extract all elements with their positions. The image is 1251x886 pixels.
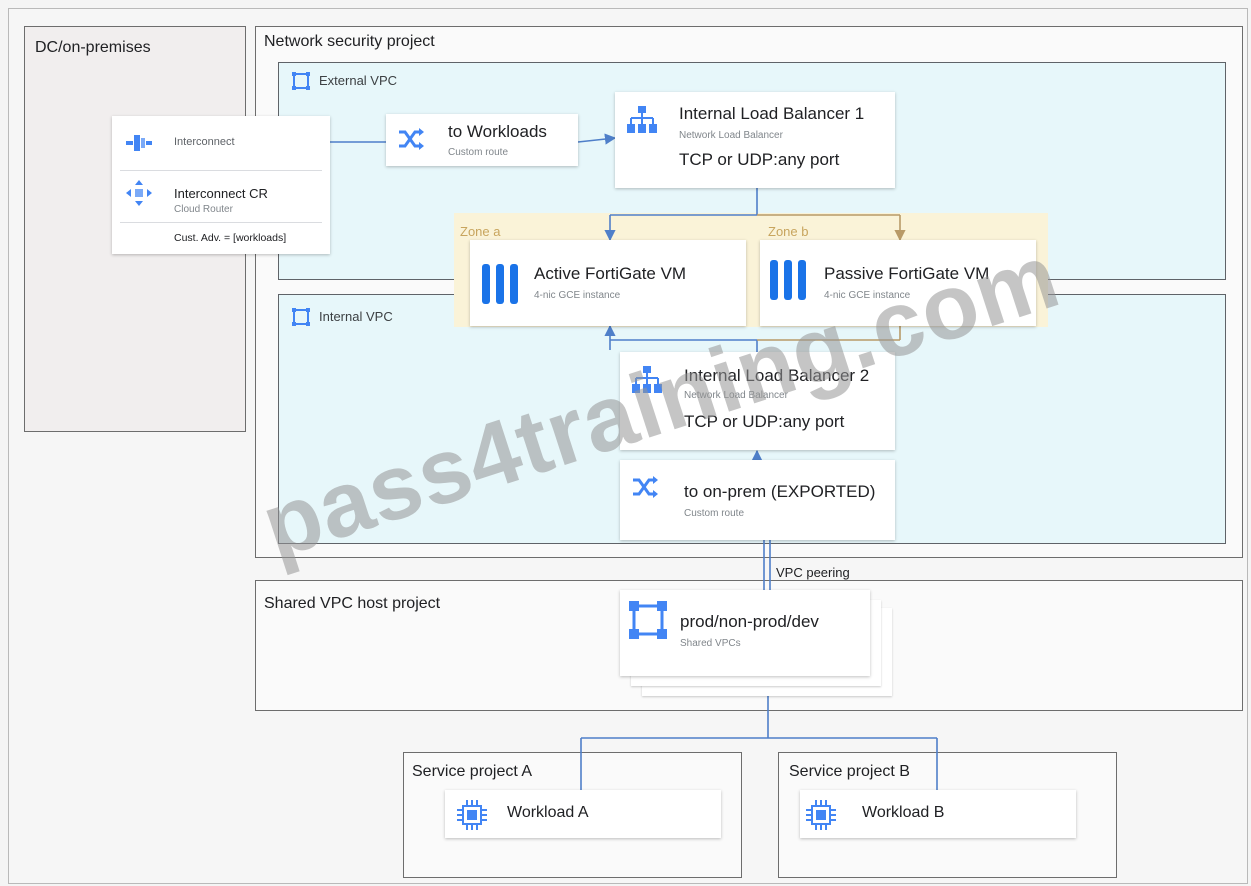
route-to-workloads-title: to Workloads [448,122,547,141]
vpc-icon [629,601,667,639]
route-to-onprem-title: to on-prem (EXPORTED) [684,482,876,501]
shared-vpcs-sub: Shared VPCs [680,638,741,649]
fortigate-vm-icon [770,260,806,300]
active-vm-sub: 4-nic GCE instance [534,290,621,301]
interconnect-cr-title: Interconnect CR [174,186,268,201]
compute-chip-icon [457,800,487,830]
interconnect-label: Interconnect [174,136,235,148]
interconnect-icon [126,135,152,151]
cloud-router-sub: Cloud Router [174,204,233,215]
route-to-workloads-sub: Custom route [448,147,509,158]
workload-b-label: Workload B [862,804,945,821]
line-route-to-ilb1 [577,133,617,145]
custom-advertisement: Cust. Adv. = [workloads] [174,232,287,244]
interconnect-card[interactable]: Interconnect Interconnect CR Cloud Route… [112,116,330,254]
ilb1-title: Internal Load Balancer 1 [679,104,865,123]
active-fortigate-vm-card[interactable]: Active FortiGate VM 4-nic GCE instance [470,240,746,326]
route-to-workloads-card[interactable]: to Workloads Custom route [386,114,578,166]
workload-b-card[interactable]: Workload B [800,790,1076,838]
workload-a-card[interactable]: Workload A [445,790,721,838]
custom-route-shuffle-icon [399,128,424,150]
load-balancer-icon [627,106,657,133]
divider [120,170,322,171]
custom-route-shuffle-icon [633,476,658,498]
ilb1-ports: TCP or UDP:any port [679,150,840,169]
vpc-peering-label: VPC peering [776,565,850,580]
shared-vpcs-title: prod/non-prod/dev [680,612,819,631]
cloud-router-icon [126,180,152,206]
active-vm-title: Active FortiGate VM [534,264,687,283]
fortigate-vm-icon [482,264,518,304]
workload-a-label: Workload A [507,804,589,821]
route-to-onprem-sub: Custom route [684,508,745,519]
compute-chip-icon [806,800,836,830]
divider [120,222,322,223]
route-to-onprem-card[interactable]: to on-prem (EXPORTED) Custom route [620,460,895,540]
ilb1-sub: Network Load Balancer [679,130,783,141]
shared-vpcs-card[interactable]: prod/non-prod/dev Shared VPCs [620,590,870,676]
internal-load-balancer-1-card[interactable]: Internal Load Balancer 1 Network Load Ba… [615,92,895,188]
